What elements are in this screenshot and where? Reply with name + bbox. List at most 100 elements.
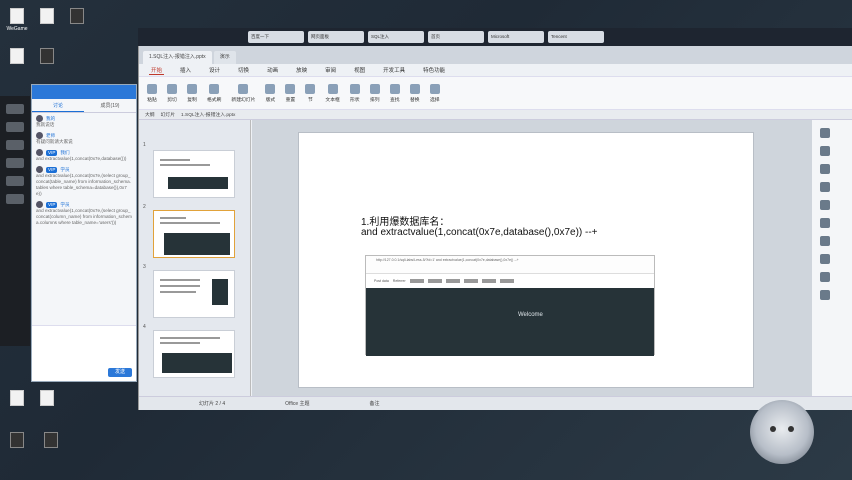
menu-item[interactable]: 放映 xyxy=(294,66,309,74)
chat-message: 我的 我就说话 xyxy=(36,115,56,127)
ribbon-button[interactable]: 重置 xyxy=(285,83,296,103)
toolbar-icon[interactable] xyxy=(6,122,24,132)
tab-discussion[interactable]: 讨论 xyxy=(32,99,84,112)
embedded-screenshot: http://127.0.0.1/sqli-labs/Less-5/?id=1'… xyxy=(365,255,655,356)
document-tabs: 1.SQL注入-报错注入.pptx 演示 xyxy=(139,46,852,64)
menu-item[interactable]: 开发工具 xyxy=(381,66,407,74)
status-bar: 幻灯片 2 / 4 Office 主题 备注 xyxy=(139,396,852,410)
ribbon-button[interactable]: 剪切 xyxy=(167,83,177,103)
menu-item[interactable]: 设计 xyxy=(207,66,222,74)
desktop-icon-8[interactable] xyxy=(4,432,30,450)
browser-tabbar: 百度一下 网页面板 SQL注入 首页 Microsoft Tencent xyxy=(138,28,852,46)
tool-icon[interactable] xyxy=(820,182,830,192)
ribbon-button[interactable]: 选择 xyxy=(429,83,440,103)
browser-tab[interactable]: 百度一下 xyxy=(248,31,304,43)
desktop-icon-2[interactable] xyxy=(34,8,60,26)
chat-input[interactable]: 发送 xyxy=(32,325,136,381)
side-toolbar xyxy=(812,120,852,396)
ribbon-button[interactable]: 新建幻灯片 xyxy=(231,83,255,103)
view-tabs: 大纲 幻灯片 1.SQL注入-报错注入.pptx xyxy=(139,110,852,120)
current-slide[interactable]: 1.利用爆数据库名： and extractvalue(1,concat(0x7… xyxy=(298,132,754,388)
tab-members[interactable]: 成员(19) xyxy=(84,99,136,112)
menu-item[interactable]: 切换 xyxy=(236,66,251,74)
ribbon-button[interactable]: 查找 xyxy=(389,83,400,103)
tool-icon[interactable] xyxy=(820,164,830,174)
vip-badge: VIP xyxy=(46,149,58,156)
ribbon-button[interactable]: 格式刷 xyxy=(207,83,221,103)
desktop-icon-3[interactable] xyxy=(64,8,90,26)
desktop-icon-5[interactable] xyxy=(34,48,60,66)
slide-counter: 幻灯片 2 / 4 xyxy=(199,401,226,407)
desktop-icon-4[interactable] xyxy=(4,48,30,66)
tool-icon[interactable] xyxy=(820,218,830,228)
tool-icon[interactable] xyxy=(820,236,830,246)
toolbar-icon[interactable] xyxy=(6,176,24,186)
slide-thumbnail-selected[interactable] xyxy=(153,210,235,258)
menu-item[interactable]: 特色功能 xyxy=(421,66,447,74)
ribbon-button[interactable]: 粘贴 xyxy=(147,83,157,103)
slide-payload: and extractvalue(1,concat(0x7e,database(… xyxy=(361,227,598,238)
avatar xyxy=(36,132,43,139)
menu-item[interactable]: 插入 xyxy=(178,66,193,74)
chat-message: VIP 学员 and extractvalue(1,concat(0x7e,(se… xyxy=(36,201,132,225)
ribbon-button[interactable]: 版式 xyxy=(265,83,276,103)
ribbon-button[interactable]: 排列 xyxy=(369,83,380,103)
slide-thumbnail[interactable] xyxy=(153,270,235,318)
streamer-avatar xyxy=(750,400,814,464)
menu-item[interactable]: 审阅 xyxy=(323,66,338,74)
browser-tab[interactable]: 首页 xyxy=(428,31,484,43)
tool-icon[interactable] xyxy=(820,290,830,300)
menu-item[interactable]: 视图 xyxy=(352,66,367,74)
doc-tab[interactable]: 1.SQL注入-报错注入.pptx xyxy=(143,51,212,64)
chat-message: VIP 学员 and extractvalue(1,concat(0x7e,(se… xyxy=(36,166,131,196)
slide-thumbnails: 1 2 3 4 xyxy=(139,120,251,396)
tool-icon[interactable] xyxy=(820,200,830,210)
tool-icon[interactable] xyxy=(820,128,830,138)
avatar-eye xyxy=(770,426,776,432)
tool-icon[interactable] xyxy=(820,272,830,282)
search-icon xyxy=(389,83,400,94)
desktop-icon-9[interactable] xyxy=(38,432,64,450)
reset-icon xyxy=(285,83,296,94)
avatar xyxy=(36,115,43,122)
send-button[interactable]: 发送 xyxy=(108,368,132,377)
browser-tab[interactable]: Tencent xyxy=(548,31,604,43)
browser-tab[interactable]: Microsoft xyxy=(488,31,544,43)
slide-thumbnail[interactable] xyxy=(153,330,235,378)
replace-icon xyxy=(409,83,420,94)
menu-item[interactable]: 开始 xyxy=(149,66,165,75)
toolbar-icon[interactable] xyxy=(6,158,24,168)
notes-toggle[interactable]: 备注 xyxy=(369,400,379,407)
theme-name: Office 主题 xyxy=(285,401,310,407)
menu-item[interactable]: 动画 xyxy=(265,66,280,74)
tab-slides[interactable]: 幻灯片 xyxy=(161,111,175,118)
toolbar-icon[interactable] xyxy=(6,194,24,204)
ribbon-button[interactable]: 节 xyxy=(305,83,316,103)
toolbar-icon[interactable] xyxy=(6,140,24,150)
arrange-icon xyxy=(369,83,380,94)
new-slide-icon xyxy=(238,83,249,94)
tool-icon[interactable] xyxy=(820,254,830,264)
browser-tab[interactable]: SQL注入 xyxy=(368,31,424,43)
chat-panel: 讨论 成员(19) 我的 我就说话 老师 有疑问就请大家说 VIP 我们 and … xyxy=(31,84,137,382)
ribbon-button[interactable]: 替换 xyxy=(409,83,420,103)
avatar xyxy=(36,149,43,156)
ribbon-button[interactable]: 形状 xyxy=(349,83,360,103)
tab-outline[interactable]: 大纲 xyxy=(145,111,155,118)
cut-icon xyxy=(167,83,177,94)
desktop-icon-7[interactable] xyxy=(34,390,60,408)
presentation-window: 1.SQL注入-报错注入.pptx 演示 开始 插入 设计 切换 动画 放映 审… xyxy=(138,46,852,410)
slide-thumbnail[interactable] xyxy=(153,150,235,198)
avatar-eye xyxy=(788,426,794,432)
toolbar-icon[interactable] xyxy=(6,104,24,114)
ribbon-toolbar: 粘贴 剪切 复制 格式刷 新建幻灯片 版式 重置 节 文本框 形状 排列 查找 … xyxy=(139,76,852,110)
tool-icon[interactable] xyxy=(820,146,830,156)
desktop-icon-6[interactable] xyxy=(4,390,30,408)
doc-tab[interactable]: 演示 xyxy=(213,51,236,64)
chat-message: VIP 我们 and extractvalue(1,concat(0x7e,dat… xyxy=(36,149,127,161)
desktop-icon-1[interactable]: WeGame xyxy=(4,8,30,32)
ribbon-button[interactable]: 复制 xyxy=(187,83,197,103)
ribbon-button[interactable]: 文本框 xyxy=(325,83,340,103)
browser-url: http://127.0.0.1/sqli-labs/Less-5/?id=1'… xyxy=(366,256,654,274)
browser-tab[interactable]: 网页面板 xyxy=(308,31,364,43)
